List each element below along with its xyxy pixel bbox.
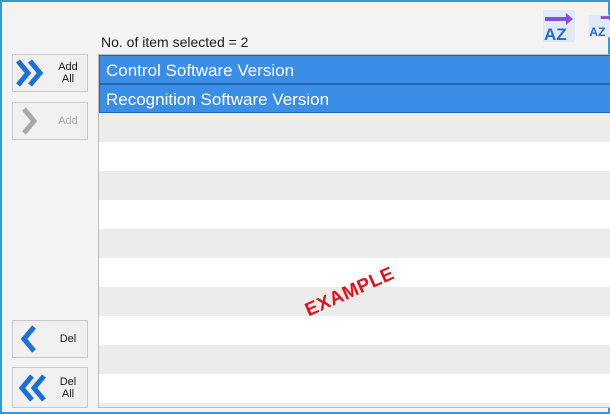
selection-count-label: No. of item selected = 2 — [101, 34, 249, 50]
empty-list-row — [99, 316, 610, 345]
add-label: Add — [58, 115, 78, 127]
delete-label: Del — [59, 333, 77, 345]
delete-all-label: Del All — [59, 375, 77, 400]
chevron-left-icon — [13, 321, 49, 357]
empty-list-row — [99, 113, 610, 142]
sort-descending-label: AZ — [589, 25, 605, 39]
list-item[interactable]: Recognition Software Version — [99, 84, 610, 113]
window-frame: No. of item selected = 2 AZ AZ Add All A… — [0, 0, 610, 414]
empty-list-row — [99, 345, 610, 374]
add-all-button[interactable]: Add All — [12, 54, 88, 92]
empty-list-row — [99, 171, 610, 200]
sort-ascending-label: AZ — [544, 25, 567, 44]
add-all-label: Add All — [58, 61, 78, 85]
add-button[interactable]: Add — [12, 102, 88, 140]
selected-items-list[interactable]: Control Software Version Recognition Sof… — [98, 54, 610, 408]
delete-button[interactable]: Del — [12, 320, 88, 358]
sort-descending-icon: AZ — [588, 14, 610, 39]
double-chevron-left-icon — [13, 370, 49, 406]
sort-descending-button[interactable]: AZ — [588, 8, 610, 44]
sort-ascending-icon: AZ — [543, 10, 575, 44]
empty-list-row — [99, 403, 610, 407]
sort-ascending-button[interactable]: AZ — [542, 8, 576, 44]
empty-list-row — [99, 200, 610, 229]
double-chevron-right-icon — [13, 55, 49, 91]
left-button-panel: Add All Add Del Del All — [12, 54, 88, 408]
chevron-right-icon — [13, 103, 49, 139]
empty-list-row — [99, 142, 610, 171]
delete-all-button[interactable]: Del All — [12, 367, 88, 408]
empty-list-row — [99, 374, 610, 403]
list-item[interactable]: Control Software Version — [99, 55, 610, 84]
empty-list-row — [99, 229, 610, 258]
